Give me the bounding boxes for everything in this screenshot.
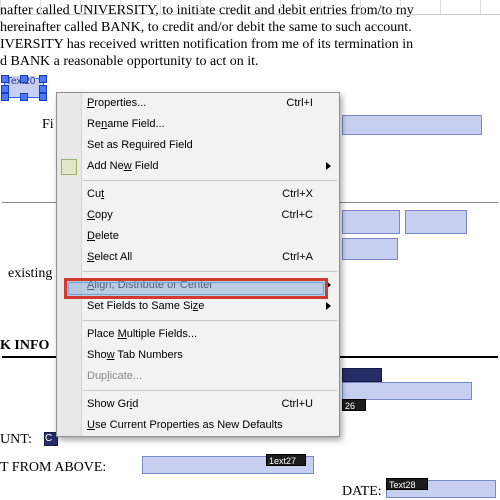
- form-field[interactable]: [342, 210, 400, 234]
- menu-delete[interactable]: Delete: [57, 226, 339, 247]
- horizontal-ruler: [0, 0, 500, 15]
- menu-separator: [83, 271, 337, 272]
- body-line-2: hereinafter called BANK, to credit and/o…: [0, 20, 412, 35]
- body-line-4: d BANK a reasonable opportunity to act o…: [0, 54, 259, 69]
- shortcut: Ctrl+I: [286, 93, 313, 114]
- field-tag-text27[interactable]: 1ext27: [266, 454, 306, 466]
- label-existing: existing: [8, 266, 52, 282]
- submenu-arrow-icon: [326, 281, 331, 289]
- document-canvas: nafter called UNIVERSITY, to initiate cr…: [0, 0, 500, 4]
- resize-handle-s[interactable]: [20, 93, 28, 101]
- body-line-3: IVERSITY has received written notificati…: [0, 37, 413, 52]
- form-field-text20[interactable]: Text20: [4, 78, 44, 98]
- field-tag-text28[interactable]: Text28: [386, 478, 428, 490]
- resize-handle-e[interactable]: [39, 85, 47, 93]
- menu-set-required[interactable]: Set as Required Field: [57, 135, 339, 156]
- submenu-arrow-icon: [326, 302, 331, 310]
- label-k-info: K INFO: [0, 338, 49, 354]
- resize-handle-sw[interactable]: [1, 93, 9, 101]
- menu-separator: [83, 320, 337, 321]
- resize-handle-nw[interactable]: [1, 75, 9, 83]
- form-field[interactable]: [342, 115, 482, 135]
- submenu-arrow-icon: [326, 162, 331, 170]
- shortcut: Ctrl+U: [282, 394, 313, 415]
- shortcut: Ctrl+C: [282, 205, 313, 226]
- label-from-above: T FROM ABOVE:: [0, 460, 106, 476]
- menu-separator: [83, 390, 337, 391]
- menu-show-tab-numbers[interactable]: Show Tab Numbers: [57, 345, 339, 366]
- menu-show-grid[interactable]: Show Grid Ctrl+U: [57, 394, 339, 415]
- menu-properties[interactable]: Properties... Ctrl+I: [57, 93, 339, 114]
- menu-copy[interactable]: Copy Ctrl+C: [57, 205, 339, 226]
- menu-cut[interactable]: Cut Ctrl+X: [57, 184, 339, 205]
- context-menu: Properties... Ctrl+I Rename Field... Set…: [56, 92, 340, 437]
- menu-same-size[interactable]: Set Fields to Same Size: [57, 296, 339, 317]
- resize-handle-ne[interactable]: [39, 75, 47, 83]
- add-field-icon: [61, 159, 77, 175]
- menu-separator: [83, 180, 337, 181]
- form-field[interactable]: [405, 210, 467, 234]
- form-field[interactable]: [342, 238, 398, 260]
- label-date: DATE:: [342, 484, 382, 500]
- menu-align-distribute[interactable]: Align, Distribute or Center: [57, 275, 339, 296]
- label-fi: Fi: [42, 117, 54, 133]
- label-unt: UNT:: [0, 432, 32, 448]
- resize-handle-se[interactable]: [39, 93, 47, 101]
- menu-add-new-field[interactable]: Add New Field: [57, 156, 339, 177]
- resize-handle-n[interactable]: [20, 75, 28, 83]
- resize-handle-w[interactable]: [1, 85, 9, 93]
- menu-select-all[interactable]: Select All Ctrl+A: [57, 247, 339, 268]
- form-field[interactable]: [342, 368, 382, 382]
- form-field[interactable]: [342, 382, 472, 400]
- shortcut: Ctrl+X: [282, 184, 313, 205]
- field-tag-26[interactable]: 26: [342, 399, 366, 411]
- shortcut: Ctrl+A: [282, 247, 313, 268]
- menu-use-defaults[interactable]: Use Current Properties as New Defaults: [57, 415, 339, 436]
- menu-rename-field[interactable]: Rename Field...: [57, 114, 339, 135]
- menu-place-multiple[interactable]: Place Multiple Fields...: [57, 324, 339, 345]
- menu-duplicate: Duplicate...: [57, 366, 339, 387]
